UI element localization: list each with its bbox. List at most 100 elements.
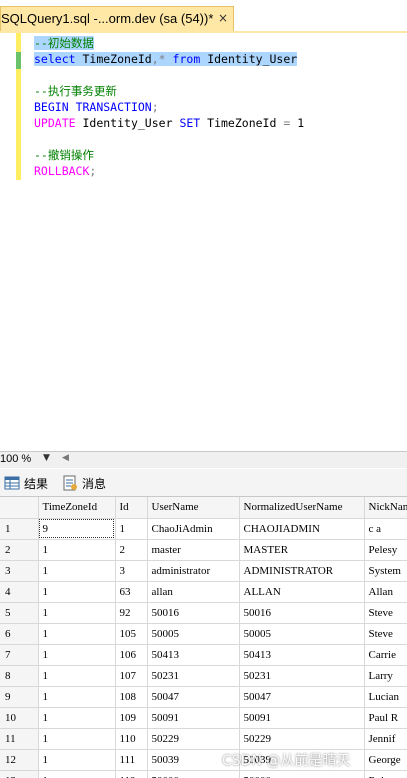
- chevron-down-icon[interactable]: ▼: [43, 453, 50, 463]
- table-row[interactable]: 9 1 108 50047 50047 Lucian: [0, 686, 407, 708]
- table-cell[interactable]: 63: [115, 581, 148, 603]
- table-row[interactable]: 7 1 106 50413 50413 Carrie: [0, 644, 407, 666]
- horizontal-scrollbar[interactable]: [74, 454, 407, 466]
- table-cell[interactable]: 50413: [239, 644, 365, 666]
- sql-editor[interactable]: --初始数据 select TimeZoneId,* from Identity…: [0, 33, 407, 451]
- results-grid[interactable]: TimeZoneId Id UserName NormalizedUserNam…: [0, 497, 407, 778]
- column-header[interactable]: UserName: [147, 497, 240, 519]
- table-cell[interactable]: 112: [115, 770, 148, 778]
- table-cell[interactable]: 105: [115, 623, 148, 645]
- row-number[interactable]: 1: [0, 518, 39, 540]
- table-cell[interactable]: 50047: [239, 686, 365, 708]
- table-cell[interactable]: 108: [115, 686, 148, 708]
- table-cell[interactable]: CHAOJIADMIN: [239, 518, 365, 540]
- table-cell[interactable]: 50091: [147, 707, 240, 729]
- table-row[interactable]: 8 1 107 50231 50231 Larry: [0, 665, 407, 687]
- table-cell[interactable]: 2: [115, 539, 148, 561]
- row-number[interactable]: 2: [0, 539, 39, 561]
- row-number-header[interactable]: [0, 497, 39, 519]
- table-cell[interactable]: 50047: [147, 686, 240, 708]
- table-cell[interactable]: 9: [38, 518, 116, 540]
- table-cell[interactable]: Larry: [364, 665, 407, 687]
- tab-results[interactable]: 结果: [4, 473, 48, 493]
- row-number[interactable]: 4: [0, 581, 39, 603]
- table-row[interactable]: 5 1 92 50016 50016 Steve: [0, 602, 407, 624]
- table-cell[interactable]: allan: [147, 581, 240, 603]
- table-cell[interactable]: 50229: [239, 728, 365, 750]
- table-cell[interactable]: 1: [38, 749, 116, 771]
- row-number[interactable]: 9: [0, 686, 39, 708]
- table-cell[interactable]: 92: [115, 602, 148, 624]
- table-cell[interactable]: Carrie: [364, 644, 407, 666]
- table-cell[interactable]: 1: [115, 518, 148, 540]
- table-cell[interactable]: 1: [38, 728, 116, 750]
- table-cell[interactable]: System: [364, 560, 407, 582]
- row-number[interactable]: 7: [0, 644, 39, 666]
- table-cell[interactable]: 1: [38, 770, 116, 778]
- table-cell[interactable]: 50231: [147, 665, 240, 687]
- row-number[interactable]: 5: [0, 602, 39, 624]
- table-cell[interactable]: Steve: [364, 623, 407, 645]
- table-cell[interactable]: 1: [38, 602, 116, 624]
- table-cell[interactable]: ADMINISTRATOR: [239, 560, 365, 582]
- table-row[interactable]: 1 9 1 ChaoJiAdmin CHAOJIADMIN c a: [0, 518, 407, 540]
- table-row[interactable]: 11 1 110 50229 50229 Jennif: [0, 728, 407, 750]
- table-cell[interactable]: 109: [115, 707, 148, 729]
- table-row[interactable]: 6 1 105 50005 50005 Steve: [0, 623, 407, 645]
- column-header[interactable]: Id: [115, 497, 148, 519]
- table-cell[interactable]: Lucian: [364, 686, 407, 708]
- table-cell[interactable]: 1: [38, 686, 116, 708]
- table-row[interactable]: 1311125000050000Robert: [0, 770, 407, 778]
- table-cell[interactable]: 3: [115, 560, 148, 582]
- table-cell[interactable]: 50005: [147, 623, 240, 645]
- table-cell[interactable]: 1: [38, 707, 116, 729]
- table-cell[interactable]: 1: [38, 560, 116, 582]
- row-number[interactable]: 10: [0, 707, 39, 729]
- table-cell[interactable]: 50000: [239, 770, 365, 778]
- table-cell[interactable]: Pelesy: [364, 539, 407, 561]
- table-cell[interactable]: 50016: [239, 602, 365, 624]
- table-cell[interactable]: MASTER: [239, 539, 365, 561]
- table-cell[interactable]: 1: [38, 581, 116, 603]
- table-cell[interactable]: ALLAN: [239, 581, 365, 603]
- table-cell[interactable]: 50005: [239, 623, 365, 645]
- table-cell[interactable]: 50000: [147, 770, 240, 778]
- table-cell[interactable]: 50091: [239, 707, 365, 729]
- table-cell[interactable]: ChaoJiAdmin: [147, 518, 240, 540]
- table-cell[interactable]: 111: [115, 749, 148, 771]
- table-cell[interactable]: 1: [38, 665, 116, 687]
- table-cell[interactable]: 1: [38, 623, 116, 645]
- column-header[interactable]: NormalizedUserName: [239, 497, 365, 519]
- table-row[interactable]: 10 1 109 50091 50091 Paul R: [0, 707, 407, 729]
- table-cell[interactable]: 106: [115, 644, 148, 666]
- table-cell[interactable]: c a: [364, 518, 407, 540]
- row-number[interactable]: 3: [0, 560, 39, 582]
- row-number[interactable]: 8: [0, 665, 39, 687]
- table-cell[interactable]: Jennif: [364, 728, 407, 750]
- row-number[interactable]: 6: [0, 623, 39, 645]
- table-cell[interactable]: 50016: [147, 602, 240, 624]
- column-header[interactable]: NickName: [364, 497, 407, 519]
- table-cell[interactable]: administrator: [147, 560, 240, 582]
- table-cell[interactable]: 1: [38, 539, 116, 561]
- table-cell[interactable]: Robert: [364, 770, 407, 778]
- table-cell[interactable]: Allan: [364, 581, 407, 603]
- table-cell[interactable]: 1: [38, 644, 116, 666]
- row-number[interactable]: 13: [0, 770, 39, 778]
- table-row[interactable]: 3 1 3 administrator ADMINISTRATOR System: [0, 560, 407, 582]
- table-cell[interactable]: 50413: [147, 644, 240, 666]
- close-icon[interactable]: ×: [215, 10, 231, 26]
- table-cell[interactable]: 107: [115, 665, 148, 687]
- table-cell[interactable]: 110: [115, 728, 148, 750]
- table-cell[interactable]: Paul R: [364, 707, 407, 729]
- row-number[interactable]: 12: [0, 749, 39, 771]
- table-row[interactable]: 2 1 2 master MASTER Pelesy: [0, 539, 407, 561]
- column-header[interactable]: TimeZoneId: [38, 497, 116, 519]
- query-tab[interactable]: SQLQuery1.sql -...orm.dev (sa (54))* ×: [0, 6, 234, 32]
- tab-messages[interactable]: 消息: [62, 473, 106, 493]
- row-number[interactable]: 11: [0, 728, 39, 750]
- table-cell[interactable]: George: [364, 749, 407, 771]
- table-cell[interactable]: Steve: [364, 602, 407, 624]
- table-cell[interactable]: master: [147, 539, 240, 561]
- zoom-level[interactable]: 100 %: [0, 453, 31, 465]
